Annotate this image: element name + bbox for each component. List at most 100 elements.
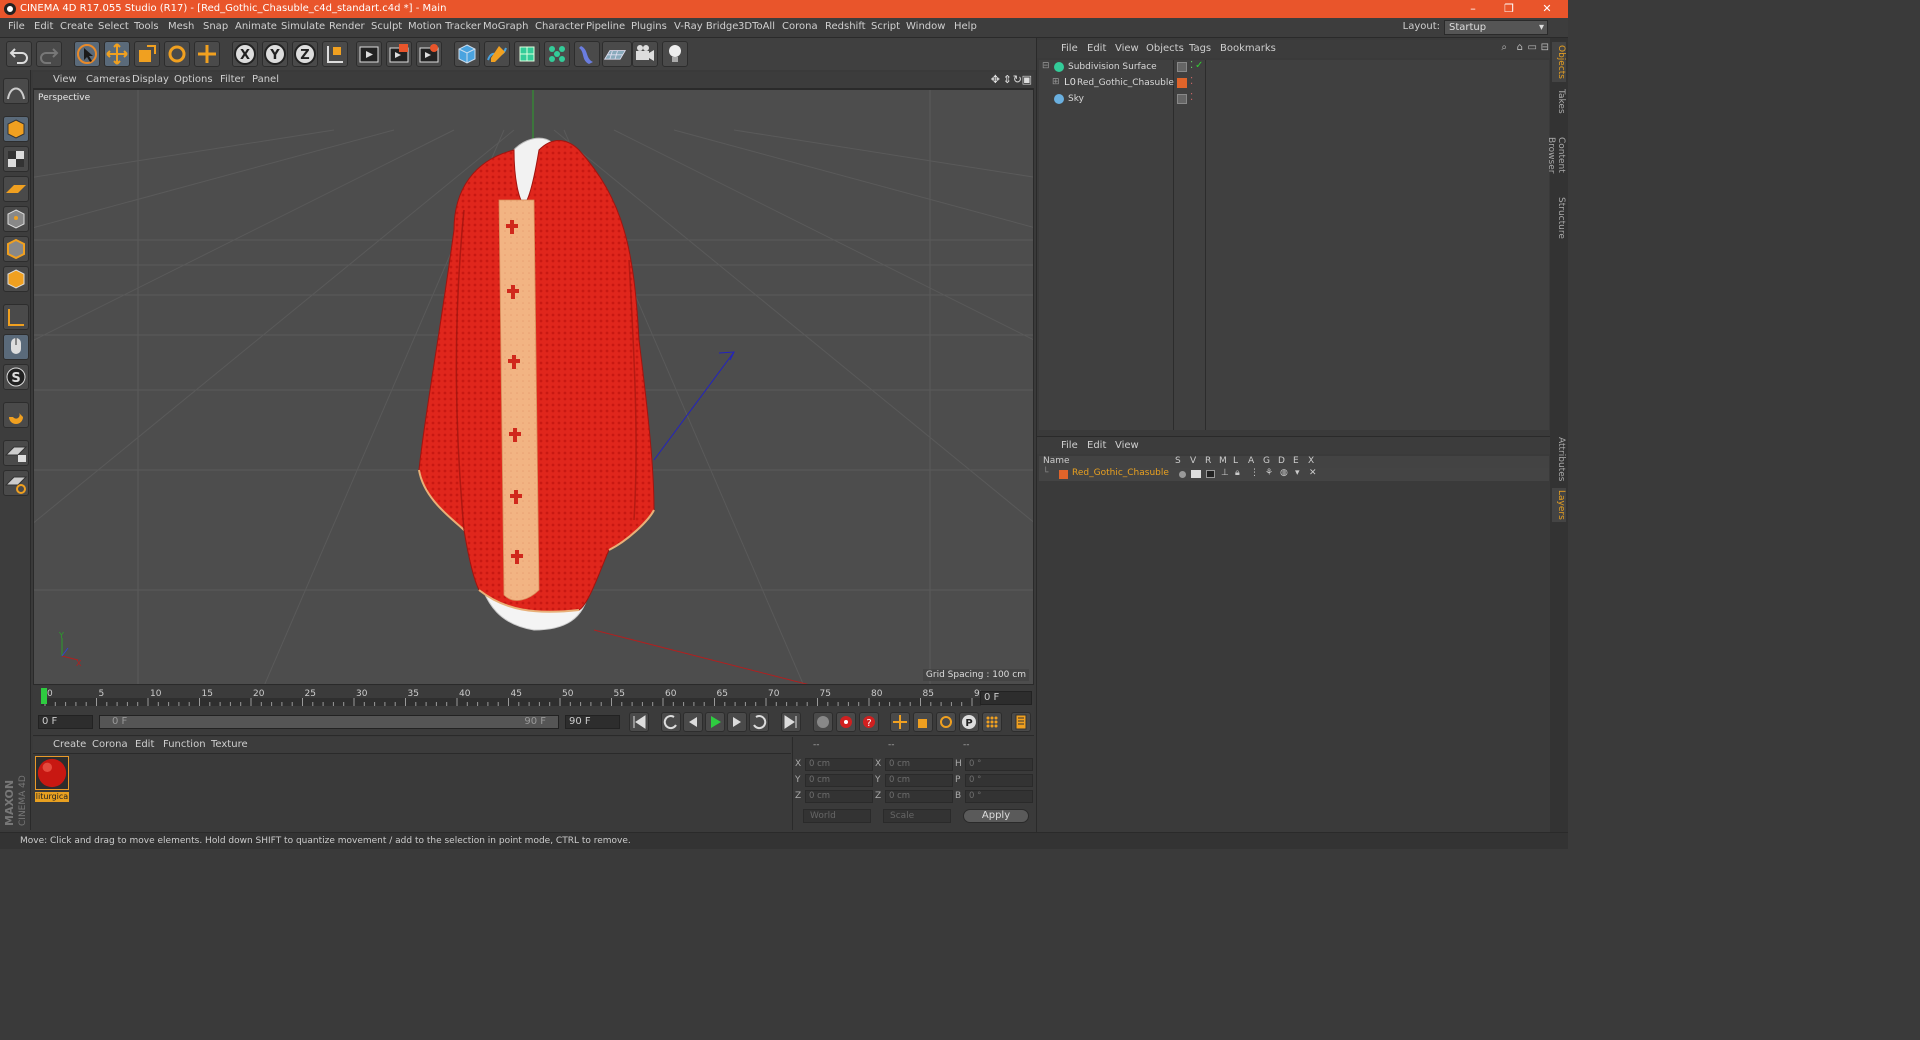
polygons-mode-icon[interactable] [3, 266, 29, 292]
size-mode-dropdown[interactable]: Scale [883, 809, 951, 823]
minimize-button[interactable]: – [1458, 0, 1488, 18]
snap-icon[interactable]: S [3, 364, 29, 390]
viewport-navigate-icon[interactable]: ✥ [991, 73, 1000, 86]
menu-vray-bridge[interactable]: V-Ray Bridge [674, 21, 738, 32]
tab-objects[interactable]: Objects [1552, 42, 1566, 82]
rotation-p-field[interactable]: 0 ° [965, 774, 1033, 787]
previous-key-icon[interactable] [661, 712, 681, 732]
floor-icon[interactable] [602, 41, 632, 67]
timeline-ruler[interactable]: 051015202530354045505560657075808590 0 F [33, 686, 1034, 710]
panel-options-icon[interactable]: ⊟ [1541, 42, 1549, 53]
viewport-move-icon[interactable]: ⇕ [1003, 73, 1012, 86]
menu-mograph[interactable]: MoGraph [483, 21, 528, 32]
manager-toggle-icon[interactable]: ⊥ [1221, 468, 1229, 478]
menu-sculpt[interactable]: Sculpt [371, 21, 402, 32]
search-icon[interactable]: ⌕ [1501, 42, 1507, 53]
layout-select[interactable]: Startup [1444, 20, 1548, 35]
render-view-icon[interactable] [356, 41, 382, 67]
points-mode-icon[interactable] [3, 206, 29, 232]
end-frame-field[interactable]: 90 F [565, 715, 620, 729]
select-arrow-icon[interactable] [74, 41, 100, 67]
menu-3dtoall[interactable]: 3DToAll [738, 21, 775, 32]
objects-menu-view[interactable]: View [1115, 43, 1139, 54]
expand-icon[interactable]: ⊞ [1052, 77, 1060, 87]
tab-structure[interactable]: Structure [1552, 196, 1566, 240]
menu-corona[interactable]: Corona [782, 21, 818, 32]
objects-menu-edit[interactable]: Edit [1087, 43, 1106, 54]
layer-tag-icon[interactable] [1177, 94, 1187, 104]
collapse-icon[interactable]: ⊟ [1042, 61, 1050, 71]
key-point-level-icon[interactable] [982, 712, 1002, 732]
viewport-maximize-icon[interactable]: ▣ [1022, 73, 1032, 86]
auto-key-icon[interactable] [836, 712, 856, 732]
object-row-chasuble[interactable]: ⊞ L0 Red_Gothic_Chasuble ⁚ [1039, 76, 1549, 92]
lock-workplane-icon[interactable] [3, 440, 29, 466]
render-settings-icon[interactable] [416, 41, 442, 67]
array-icon[interactable] [544, 41, 570, 67]
menu-select[interactable]: Select [98, 21, 129, 32]
size-z-field[interactable]: 0 cm [885, 790, 953, 803]
planar-workplane-icon[interactable] [3, 470, 29, 496]
layer-color-swatch[interactable] [1177, 78, 1187, 88]
view-toggle-icon[interactable] [1191, 470, 1201, 478]
objects-menu-objects[interactable]: Objects [1146, 43, 1184, 54]
menu-redshift[interactable]: Redshift [825, 21, 866, 32]
menu-tools[interactable]: Tools [134, 21, 159, 32]
viewport-menu-view[interactable]: View [53, 74, 77, 85]
perspective-viewport[interactable]: Y X Perspective Grid Spacing : 100 cm [33, 89, 1034, 685]
menu-animate[interactable]: Animate [235, 21, 277, 32]
record-key-icon[interactable] [813, 712, 833, 732]
timeline-window-icon[interactable] [1011, 712, 1031, 732]
objects-menu-bookmarks[interactable]: Bookmarks [1220, 43, 1276, 54]
size-x-field[interactable]: 0 cm [885, 758, 953, 771]
position-y-field[interactable]: 0 cm [805, 774, 873, 787]
go-to-end-icon[interactable] [781, 712, 801, 732]
camera-icon[interactable] [632, 41, 658, 67]
frame-range-slider[interactable]: 0 F 90 F [99, 715, 559, 729]
object-mode-icon[interactable] [3, 116, 29, 142]
menu-mesh[interactable]: Mesh [168, 21, 194, 32]
solo-toggle-icon[interactable] [1179, 471, 1186, 478]
deformers-toggle-icon[interactable]: ◍ [1280, 468, 1288, 478]
viewport-menu-options[interactable]: Options [174, 74, 213, 85]
close-button[interactable]: ✕ [1532, 0, 1562, 18]
xref-toggle-icon[interactable]: ✕ [1309, 468, 1317, 478]
menu-character[interactable]: Character [535, 21, 584, 32]
objects-menu-tags[interactable]: Tags [1189, 43, 1211, 54]
layers-menu-view[interactable]: View [1115, 440, 1139, 451]
objects-menu-file[interactable]: File [1061, 43, 1078, 54]
cube-icon[interactable] [454, 41, 480, 67]
viewport-menu-display[interactable]: Display [132, 74, 169, 85]
visibility-dots-icon[interactable]: ⁚ [1190, 76, 1193, 87]
layer-name[interactable]: Red_Gothic_Chasuble [1072, 468, 1169, 478]
apply-button[interactable]: Apply [963, 809, 1029, 823]
menu-create[interactable]: Create [60, 21, 93, 32]
scale-icon[interactable] [134, 41, 160, 67]
subdivision-icon[interactable] [514, 41, 540, 67]
new-view-icon[interactable]: ▭ [1528, 42, 1537, 53]
material-menu-edit[interactable]: Edit [135, 739, 154, 750]
viewport-menu-cameras[interactable]: Cameras [86, 74, 130, 85]
axis-mode-icon[interactable] [3, 304, 29, 330]
animation-toggle-icon[interactable]: ⋮ [1250, 468, 1259, 478]
menu-snap[interactable]: Snap [203, 21, 228, 32]
layers-menu-edit[interactable]: Edit [1087, 440, 1106, 451]
layer-tag-icon[interactable] [1177, 62, 1187, 72]
step-back-icon[interactable] [683, 712, 703, 732]
viewport-menu-filter[interactable]: Filter [220, 74, 245, 85]
object-name[interactable]: Red_Gothic_Chasuble [1077, 78, 1174, 88]
object-name[interactable]: Subdivision Surface [1068, 62, 1157, 72]
material-menu-function[interactable]: Function [163, 739, 206, 750]
tweak-mode-icon[interactable] [3, 334, 29, 360]
layer-color-swatch[interactable] [1059, 470, 1068, 479]
generators-toggle-icon[interactable]: ⚘ [1265, 468, 1273, 478]
home-icon[interactable]: ⌂ [1517, 42, 1523, 53]
y-axis-icon[interactable]: Y [262, 41, 288, 67]
object-name[interactable]: Sky [1068, 94, 1084, 104]
menu-simulate[interactable]: Simulate [281, 21, 325, 32]
material-name-label[interactable]: liturgica [35, 792, 69, 802]
light-icon[interactable] [662, 41, 688, 67]
material-menu-texture[interactable]: Texture [211, 739, 248, 750]
layer-row[interactable]: └ Red_Gothic_Chasuble ⊥ 🔒︎ ⋮ ⚘ ◍ ▾ ✕ [1039, 468, 1549, 481]
coordinate-space-dropdown[interactable]: World [803, 809, 871, 823]
